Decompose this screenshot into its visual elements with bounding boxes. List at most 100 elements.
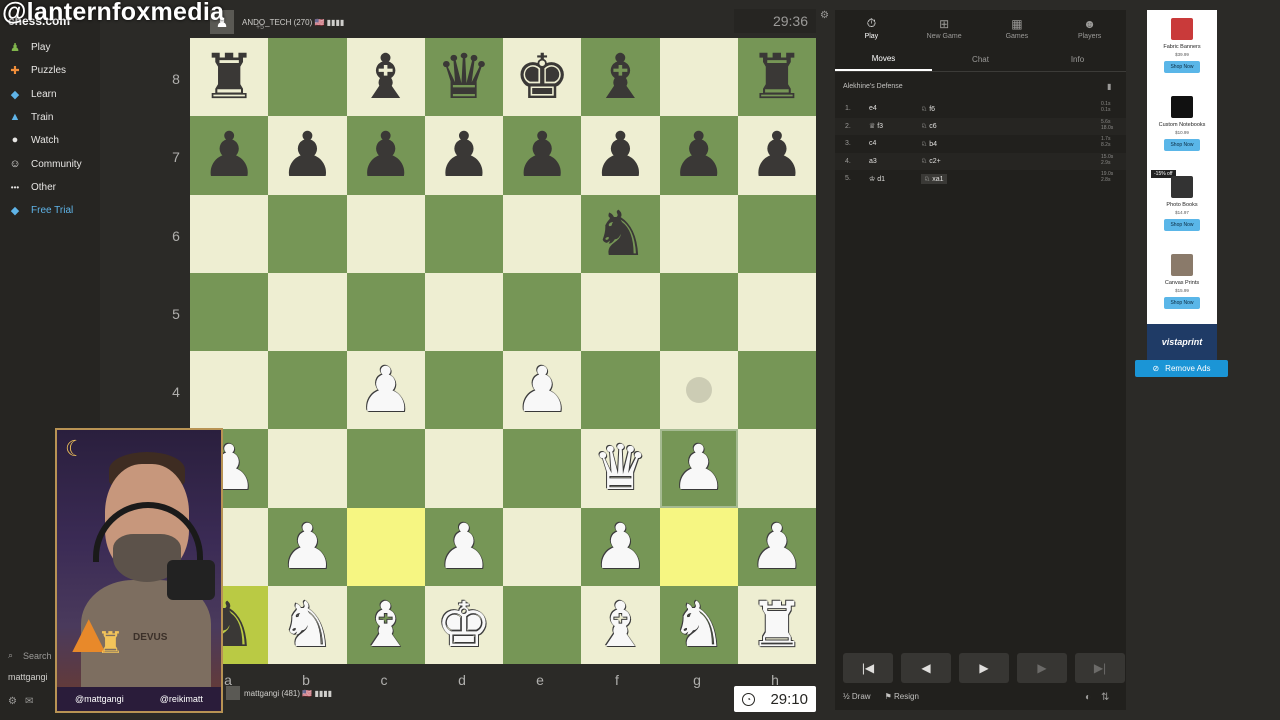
square-a4[interactable] [190, 351, 269, 430]
sidebar-item-train[interactable]: ▲ Train [8, 107, 54, 127]
black-rook-icon[interactable]: ♜ [201, 46, 257, 108]
square-d8[interactable]: ♛ [424, 38, 503, 117]
shop-now-button[interactable]: Shop Now [1164, 297, 1200, 309]
square-c6[interactable] [346, 194, 425, 273]
prev-move-button[interactable]: ◀ [901, 653, 951, 683]
white-pawn-icon[interactable]: ♟ [671, 437, 727, 499]
square-f6[interactable]: ♞ [581, 194, 660, 273]
white-pawn-icon[interactable]: ♟ [749, 515, 805, 578]
square-e4[interactable]: ♟ [503, 351, 582, 430]
last-move-button[interactable]: ▶| [1075, 653, 1125, 683]
square-a6[interactable] [190, 194, 269, 273]
square-c4[interactable]: ♟ [346, 351, 425, 430]
sidebar-item-other[interactable]: ••• Other [8, 177, 56, 197]
flip-board-icon[interactable]: ⇅ [1101, 692, 1109, 703]
square-h2[interactable]: ♟ [737, 507, 816, 586]
black-move-current[interactable]: ♘ xa1 [921, 173, 947, 184]
square-c3[interactable] [346, 429, 425, 508]
shop-now-button[interactable]: Shop Now [1164, 61, 1200, 73]
square-b2[interactable]: ♟ [268, 507, 347, 586]
square-b8[interactable] [268, 38, 347, 117]
square-f7[interactable]: ♟ [581, 116, 660, 195]
move-hint-dot[interactable] [685, 377, 712, 404]
analysis-icon[interactable]: ◐ [1085, 692, 1091, 703]
square-d3[interactable] [424, 429, 503, 508]
square-e3[interactable] [503, 429, 582, 508]
black-pawn-icon[interactable]: ♟ [280, 124, 336, 186]
opening-name[interactable]: Alekhine's Defense [843, 83, 903, 90]
sidebar-item-puzzles[interactable]: ✚ Puzzles [8, 60, 66, 80]
white-move[interactable]: c4 [863, 140, 921, 147]
tab-chat[interactable]: Chat [932, 48, 1029, 71]
white-pawn-icon[interactable]: ♟ [436, 515, 492, 578]
square-g1[interactable]: ♞ [659, 585, 738, 664]
ad-item[interactable]: Custom Notebooks $10.99 Shop Now [1147, 96, 1217, 151]
chess-board[interactable]: ♜ ♝ ♛ ♚ ♝ ♜ ♟ ♟ ♟ ♟ ♟ ♟ ♟ ♟ ♞ ♟ ♟ ♟ ♛ ♟ ♟ ♟ ♟ ♟ ♞ ♞ ♝ ♚ ♝ ♞ ♜ [190, 38, 816, 664]
white-pawn-icon[interactable]: ♟ [280, 515, 336, 578]
black-knight-icon[interactable]: ♞ [593, 202, 649, 265]
square-c1[interactable]: ♝ [346, 585, 425, 664]
black-king-icon[interactable]: ♚ [514, 46, 570, 108]
tab-players[interactable]: ☻ Players [1053, 10, 1126, 46]
square-b6[interactable] [268, 194, 347, 273]
white-move[interactable]: ♔ d1 [863, 175, 921, 183]
black-pawn-icon[interactable]: ♟ [358, 124, 414, 186]
square-d6[interactable] [424, 194, 503, 273]
square-h4[interactable] [737, 351, 816, 430]
book-icon[interactable]: ▮ [1107, 82, 1111, 91]
square-h7[interactable]: ♟ [737, 116, 816, 195]
play-button[interactable]: ▶ [959, 653, 1009, 683]
square-a8[interactable]: ♜ [190, 38, 269, 117]
black-bishop-icon[interactable]: ♝ [358, 46, 414, 108]
black-pawn-icon[interactable]: ♟ [201, 124, 257, 186]
avatar[interactable] [226, 686, 240, 700]
resign-button[interactable]: ⚑ Resign [885, 692, 919, 701]
black-pawn-icon[interactable]: ♟ [593, 124, 649, 186]
black-queen-icon[interactable]: ♛ [436, 46, 492, 108]
black-rook-icon[interactable]: ♜ [749, 46, 805, 108]
square-d2[interactable]: ♟ [424, 507, 503, 586]
square-e2[interactable] [503, 507, 582, 586]
square-e5[interactable] [503, 272, 582, 351]
black-move[interactable]: ♘ f6 [921, 105, 1021, 113]
square-e1[interactable] [503, 585, 582, 664]
square-b1[interactable]: ♞ [268, 585, 347, 664]
white-pawn-icon[interactable]: ♟ [358, 359, 414, 421]
black-pawn-icon[interactable]: ♟ [514, 124, 570, 186]
sidebar-item-play[interactable]: ♟ Play [8, 37, 50, 57]
square-g7[interactable]: ♟ [659, 116, 738, 195]
tab-games[interactable]: ▦ Games [981, 10, 1054, 46]
square-g4[interactable] [659, 351, 738, 430]
square-e7[interactable]: ♟ [503, 116, 582, 195]
white-knight-icon[interactable]: ♞ [671, 593, 727, 656]
square-f3[interactable]: ♛ [581, 429, 660, 508]
sidebar-item-community[interactable]: ☺ Community [8, 154, 81, 174]
black-pawn-icon[interactable]: ♟ [749, 124, 805, 186]
tab-moves[interactable]: Moves [835, 48, 932, 71]
white-rook-icon[interactable]: ♜ [749, 593, 805, 656]
black-pawn-icon[interactable]: ♟ [671, 124, 727, 186]
shop-now-button[interactable]: Shop Now [1164, 139, 1200, 151]
black-move[interactable]: ♘ c6 [921, 122, 1021, 130]
square-f5[interactable] [581, 272, 660, 351]
square-g3[interactable]: ♟ [659, 429, 738, 508]
square-a5[interactable] [190, 272, 269, 351]
square-c8[interactable]: ♝ [346, 38, 425, 117]
sidebar-item-learn[interactable]: ◆ Learn [8, 84, 57, 104]
square-e8[interactable]: ♚ [503, 38, 582, 117]
white-king-icon[interactable]: ♚ [436, 593, 492, 656]
mail-icon[interactable]: ✉ [25, 696, 33, 707]
draw-button[interactable]: ½ Draw [843, 692, 871, 701]
ad-item[interactable]: Canvas Prints $15.99 Shop Now [1147, 254, 1217, 309]
square-c7[interactable]: ♟ [346, 116, 425, 195]
white-move[interactable]: ♕ f3 [863, 122, 921, 130]
square-h6[interactable] [737, 194, 816, 273]
white-bishop-icon[interactable]: ♝ [593, 593, 649, 656]
square-h8[interactable]: ♜ [737, 38, 816, 117]
first-move-button[interactable]: |◀ [843, 653, 893, 683]
square-b7[interactable]: ♟ [268, 116, 347, 195]
black-bishop-icon[interactable]: ♝ [593, 46, 649, 108]
square-d7[interactable]: ♟ [424, 116, 503, 195]
sidebar-item-free-trial[interactable]: ◆ Free Trial [8, 200, 73, 220]
square-g2[interactable] [659, 507, 738, 586]
